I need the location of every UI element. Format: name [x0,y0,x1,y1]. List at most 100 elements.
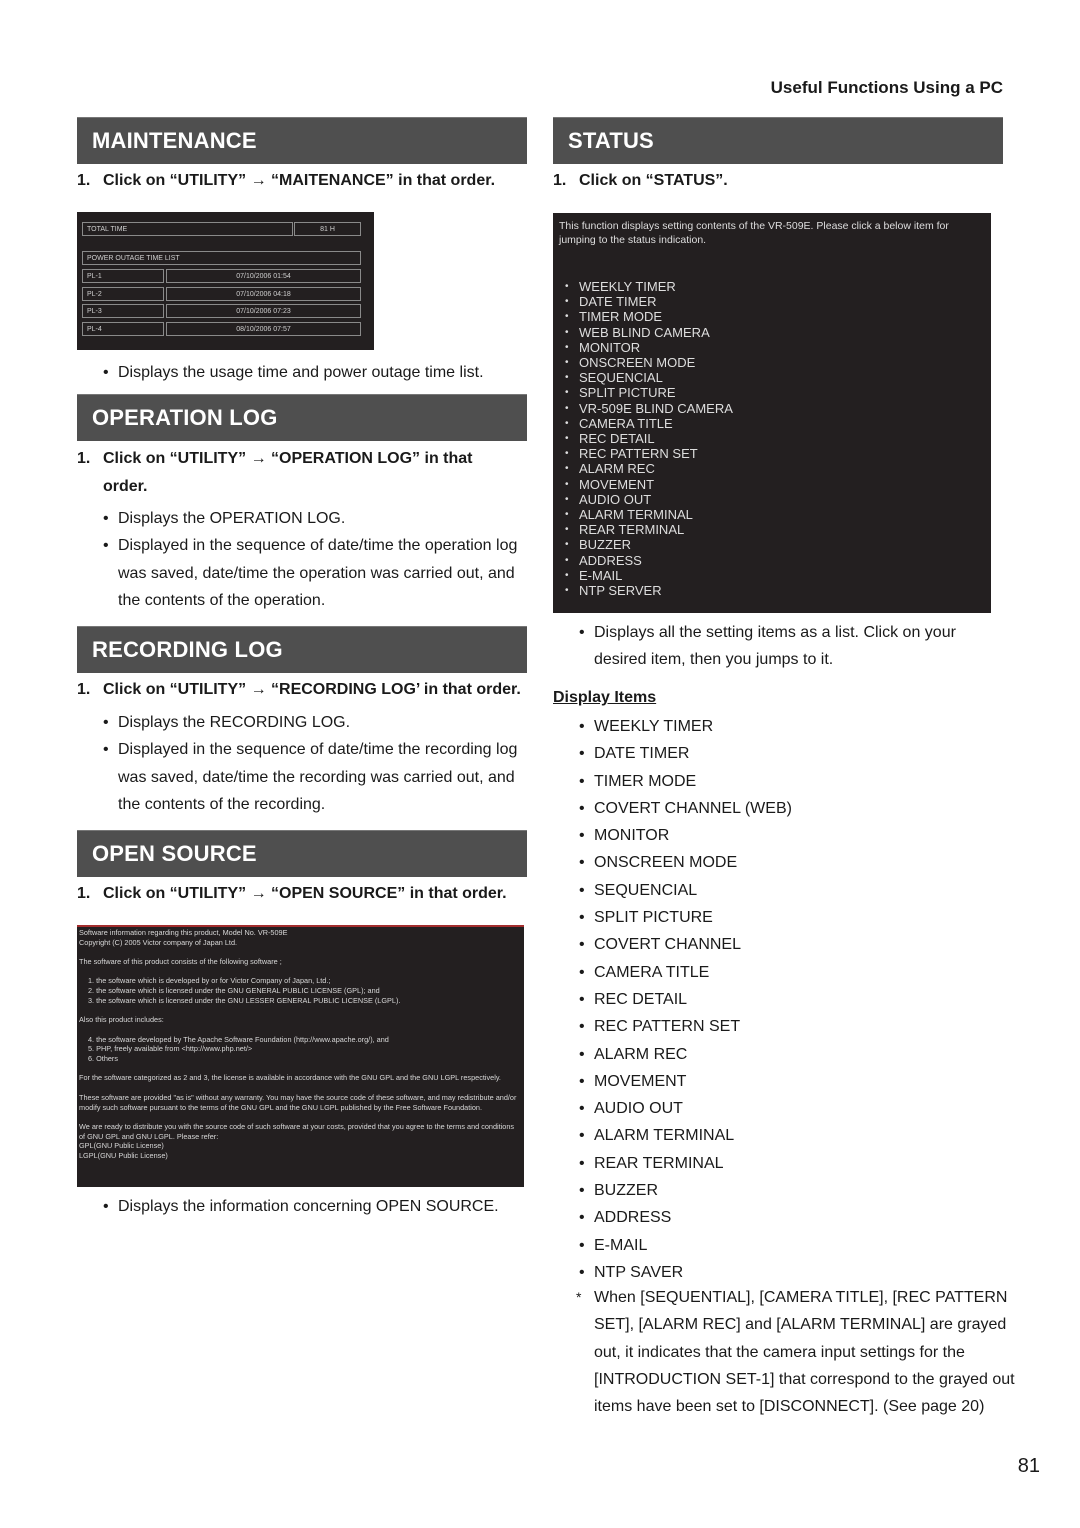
display-item: NTP SAVER [579,1259,1009,1287]
status-bullets: Displays all the setting items as a list… [579,619,1009,674]
status-link-item[interactable]: ALARM REC [565,461,733,476]
os-list-item: 4. the software developed by The Apache … [88,1034,389,1044]
running-head: Useful Functions Using a PC [770,78,1003,97]
step-text: Click on “UTILITY” → “MAITENANCE” in tha… [103,172,496,189]
display-item: E-MAIL [579,1232,1009,1260]
status-link-item[interactable]: BUZZER [565,537,733,552]
lgpl-link[interactable]: LGPL(GNU Public License) [79,1151,522,1161]
step-text: Click on “UTILITY” → “OPEN SOURCE” in th… [103,885,507,902]
status-link-item[interactable]: REC PATTERN SET [565,446,733,461]
status-link-item[interactable]: VR-509E BLIND CAMERA [565,401,733,416]
display-item: SEQUENCIAL [579,877,1009,905]
status-link-item[interactable]: ALARM TERMINAL [565,507,733,522]
status-link-item[interactable]: NTP SERVER [565,583,733,598]
display-item: REAR TERMINAL [579,1150,1009,1178]
os-list-item: 3. the software which is licensed under … [88,995,401,1005]
display-items-list: WEEKLY TIMERDATE TIMERTIMER MODECOVERT C… [579,713,1009,1287]
display-item: DATE TIMER [579,740,1009,768]
operation-log-step: 1. Click on “UTILITY” → “OPERATION LOG” … [77,445,497,501]
outage-row-datetime: 07/10/2006 04:18 [166,286,361,301]
display-item: ADDRESS [579,1204,1009,1232]
maintenance-screenshot: TOTAL TIME 81 H POWER OUTAGE TIME LIST P… [77,212,374,350]
operation-log-title: OPERATION LOG [92,405,278,430]
status-link-item[interactable]: TIMER MODE [565,309,733,324]
display-item: REC PATTERN SET [579,1013,1009,1041]
maintenance-heading: MAINTENANCE [77,117,527,164]
recording-log-heading: RECORDING LOG [77,626,527,673]
outage-row-id: PL-2 [82,286,164,301]
step-text: Click on “UTILITY” → “RECORDING LOG’ in … [103,681,521,698]
status-link-item[interactable]: CAMERA TITLE [565,416,733,431]
status-title: STATUS [568,128,654,153]
display-item: ONSCREEN MODE [579,849,1009,877]
status-link-item[interactable]: AUDIO OUT [565,492,733,507]
status-link-item[interactable]: E-MAIL [565,568,733,583]
gpl-link[interactable]: GPL(GNU Public License) [79,1141,522,1151]
total-time-value: 81 H [294,222,361,236]
os-line: Copyright (C) 2005 Victor company of Jap… [79,937,238,947]
os-paragraph: For the software categorized as 2 and 3,… [79,1073,501,1083]
bullet-item: Displayed in the sequence of date/time t… [103,736,533,818]
total-time-label: TOTAL TIME [82,222,293,236]
step-number: 1. [77,172,91,189]
note-text: When [SEQUENTIAL], [CAMERA TITLE], [REC … [594,1289,1015,1416]
outage-row-id: PL-4 [82,322,164,337]
display-item: ALARM TERMINAL [579,1122,1009,1150]
status-heading: STATUS [553,117,1003,164]
display-item: COVERT CHANNEL (WEB) [579,795,1009,823]
os-list-item: 2. the software which is licensed under … [88,986,380,996]
bullet-item: Displays the OPERATION LOG. [103,505,533,533]
status-link-item[interactable]: ONSCREEN MODE [565,355,733,370]
outage-row-datetime: 08/10/2006 07:57 [166,322,361,337]
status-link-item[interactable]: SEQUENCIAL [565,370,733,385]
bullet-item: Displays the usage time and power outage… [103,359,533,387]
open-source-step: 1. Click on “UTILITY” → “OPEN SOURCE” in… [77,880,532,908]
step-text: Click on “UTILITY” → “OPERATION LOG” in … [103,450,473,495]
os-line: Software information regarding this prod… [79,928,288,937]
display-item: SPLIT PICTURE [579,904,1009,932]
os-list-item: 1. the software which is developed by or… [88,976,331,986]
status-link-list: WEEKLY TIMERDATE TIMERTIMER MODEWEB BLIN… [565,279,733,598]
os-paragraph: These software are provided "as is" with… [79,1092,517,1112]
maintenance-title: MAINTENANCE [92,128,257,153]
page-number: 81 [1017,1455,1040,1477]
status-intro: This function displays setting contents … [559,220,949,246]
open-source-bullets: Displays the information concerning OPEN… [103,1193,533,1221]
display-item: AUDIO OUT [579,1095,1009,1123]
operation-log-bullets: Displays the OPERATION LOG. Displayed in… [103,505,533,614]
status-link-item[interactable]: REC DETAIL [565,431,733,446]
recording-log-bullets: Displays the RECORDING LOG. Displayed in… [103,709,533,818]
display-item: MONITOR [579,822,1009,850]
display-item: COVERT CHANNEL [579,931,1009,959]
bullet-item: Displayed in the sequence of date/time t… [103,532,533,614]
step-number: 1. [77,681,91,698]
os-list-item: 6. Others [88,1054,119,1064]
maintenance-step: 1. Click on “UTILITY” → “MAITENANCE” in … [77,167,532,195]
display-item: TIMER MODE [579,768,1009,796]
maintenance-bullets: Displays the usage time and power outage… [103,359,533,387]
display-item: REC DETAIL [579,986,1009,1014]
display-item: CAMERA TITLE [579,959,1009,987]
status-link-item[interactable]: SPLIT PICTURE [565,385,733,400]
os-line: The software of this product consists of… [79,957,282,967]
outage-row-id: PL-3 [82,304,164,319]
step-number: 1. [77,885,91,902]
open-source-screenshot: Software information regarding this prod… [77,925,524,1187]
display-item: ALARM REC [579,1041,1009,1069]
status-link-item[interactable]: MONITOR [565,340,733,355]
grayed-out-note: * When [SEQUENTIAL], [CAMERA TITLE], [RE… [576,1284,1024,1420]
display-item: WEEKLY TIMER [579,713,1009,741]
status-link-item[interactable]: REAR TERMINAL [565,522,733,537]
recording-log-step: 1. Click on “UTILITY” → “RECORDING LOG’ … [77,676,532,704]
status-link-item[interactable]: MOVEMENT [565,477,733,492]
status-link-item[interactable]: DATE TIMER [565,294,733,309]
step-number: 1. [77,450,91,467]
recording-log-title: RECORDING LOG [92,637,283,662]
step-text: Click on “STATUS”. [579,172,728,189]
status-link-item[interactable]: WEB BLIND CAMERA [565,325,733,340]
os-line: Also this product includes: [79,1015,164,1025]
status-link-item[interactable]: WEEKLY TIMER [565,279,733,294]
status-link-item[interactable]: ADDRESS [565,553,733,568]
open-source-heading: OPEN SOURCE [77,830,527,877]
outage-row-id: PL-1 [82,269,164,283]
